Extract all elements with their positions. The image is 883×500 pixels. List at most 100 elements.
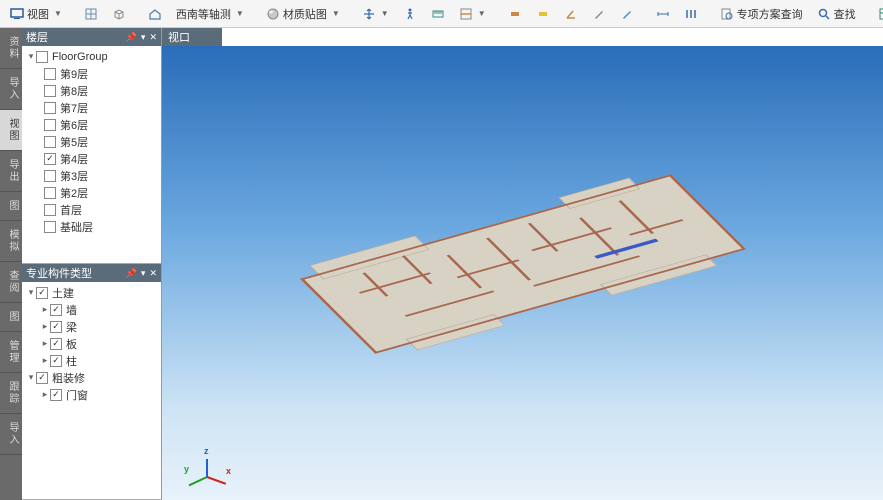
checkbox[interactable] — [44, 102, 56, 114]
type-child-row[interactable]: ▸✓板 — [22, 335, 161, 352]
dim-button[interactable] — [650, 5, 676, 23]
table-icon — [878, 7, 883, 21]
tool-b-button[interactable] — [530, 5, 556, 23]
checkbox[interactable]: ✓ — [50, 304, 62, 316]
checkbox[interactable] — [44, 85, 56, 97]
floor-row[interactable]: 第6层 — [22, 116, 161, 133]
expand-icon[interactable]: ▸ — [40, 389, 50, 400]
floor-row[interactable]: 首层 — [22, 201, 161, 218]
floor-label: 第4层 — [60, 151, 88, 167]
floor-label: 第5层 — [60, 134, 88, 150]
ruler-icon — [431, 7, 445, 21]
viewport-tab[interactable]: 视口 — [162, 28, 222, 46]
checkbox[interactable]: ✓ — [50, 338, 62, 350]
close-icon[interactable]: ✕ — [149, 32, 157, 43]
floor-row[interactable]: 第9层 — [22, 65, 161, 82]
adv-quantity-button[interactable]: 高级工程量查询 — [872, 4, 883, 24]
section-button[interactable]: ▼ — [453, 5, 492, 23]
walk-tool-button[interactable] — [397, 5, 423, 23]
move-tool-button[interactable]: ▼ — [356, 5, 395, 23]
checkbox[interactable]: ✓ — [50, 389, 62, 401]
expand-icon[interactable]: ▸ — [40, 338, 50, 349]
cube-button[interactable] — [106, 5, 132, 23]
leftbar-item-7[interactable]: 图 — [0, 303, 22, 332]
leftbar-item-10[interactable]: 导入 — [0, 414, 22, 455]
dropdown-icon[interactable]: ▾ — [141, 268, 146, 279]
collapse-icon[interactable]: ▾ — [26, 287, 36, 298]
axis-gizmo[interactable]: x y z — [182, 436, 232, 486]
type-child-row[interactable]: ▸✓柱 — [22, 352, 161, 369]
leftbar-item-3[interactable]: 导出 — [0, 151, 22, 192]
tool-d-button[interactable] — [586, 5, 612, 23]
checkbox[interactable] — [44, 221, 56, 233]
grid-button[interactable] — [78, 5, 104, 23]
type-group-row[interactable]: ▾✓土建 — [22, 284, 161, 301]
checkbox[interactable] — [36, 51, 48, 63]
types-panel-header[interactable]: 专业构件类型 📌 ▾ ✕ — [22, 264, 161, 282]
checkbox[interactable] — [44, 119, 56, 131]
home-button[interactable] — [142, 5, 168, 23]
checkbox[interactable]: ✓ — [50, 355, 62, 367]
checkbox[interactable] — [44, 68, 56, 80]
pin-icon[interactable]: 📌 — [126, 32, 137, 43]
type-child-row[interactable]: ▸✓梁 — [22, 318, 161, 335]
floor-label: 首层 — [60, 202, 82, 218]
floor-row[interactable]: 第5层 — [22, 133, 161, 150]
query-label: 查找 — [834, 6, 856, 22]
floor-row[interactable]: 第2层 — [22, 184, 161, 201]
floor-row[interactable]: 基础层 — [22, 218, 161, 235]
floor-row[interactable]: 第8层 — [22, 82, 161, 99]
collapse-icon[interactable]: ▾ — [26, 51, 36, 62]
checkbox[interactable]: ✓ — [50, 321, 62, 333]
checkbox[interactable] — [44, 136, 56, 148]
type-child-row[interactable]: ▸✓墙 — [22, 301, 161, 318]
material-button[interactable]: 材质贴图 ▼ — [260, 4, 346, 24]
expand-icon[interactable]: ▸ — [40, 355, 50, 366]
floor-row[interactable]: 第3层 — [22, 167, 161, 184]
close-icon[interactable]: ✕ — [149, 268, 157, 279]
leftbar-item-6[interactable]: 查阅 — [0, 262, 22, 303]
leftbar-item-1[interactable]: 导入 — [0, 69, 22, 110]
cube-icon — [112, 7, 126, 21]
type-group-row[interactable]: ▾✓粗装修 — [22, 369, 161, 386]
checkbox[interactable]: ✓ — [36, 372, 48, 384]
section-icon — [459, 7, 473, 21]
floor-row[interactable]: ✓ 第4层 — [22, 150, 161, 167]
expand-icon[interactable]: ▸ — [40, 304, 50, 315]
view-button[interactable]: 视图 ▼ — [4, 4, 68, 24]
leftbar-item-2[interactable]: 视图 — [0, 110, 22, 151]
special-query-button[interactable]: 专项方案查询 — [714, 4, 809, 24]
collapse-icon[interactable]: ▾ — [26, 372, 36, 383]
type-child-row[interactable]: ▸✓门窗 — [22, 386, 161, 403]
checkbox[interactable]: ✓ — [44, 153, 56, 165]
query-button[interactable]: 查找 — [811, 4, 862, 24]
leftbar-item-8[interactable]: 管理 — [0, 332, 22, 373]
leftbar-item-9[interactable]: 跟踪 — [0, 373, 22, 414]
sw-iso-label: 西南等轴测 — [176, 6, 231, 22]
main-toolbar: 视图 ▼ 西南等轴测 ▼ 材质贴图 ▼ ▼ ▼ 专项方案查询 查找 高级工程量查… — [0, 0, 883, 28]
axis-x-label: x — [226, 466, 231, 476]
leftbar-item-0[interactable]: 资料 — [0, 28, 22, 69]
checkbox[interactable] — [44, 187, 56, 199]
columns-icon — [684, 7, 698, 21]
checkbox[interactable]: ✓ — [36, 287, 48, 299]
leftbar-item-4[interactable]: 图 — [0, 192, 22, 221]
pin-icon[interactable]: 📌 — [126, 268, 137, 279]
measure-button[interactable] — [425, 5, 451, 23]
floors-root-row[interactable]: ▾ FloorGroup — [22, 48, 161, 65]
tool-c-button[interactable] — [558, 5, 584, 23]
floors-panel-header[interactable]: 楼层 📌 ▾ ✕ — [22, 28, 161, 46]
leftbar-item-5[interactable]: 模拟 — [0, 221, 22, 262]
floor-row[interactable]: 第7层 — [22, 99, 161, 116]
checkbox[interactable] — [44, 170, 56, 182]
grid-icon — [84, 7, 98, 21]
expand-icon[interactable]: ▸ — [40, 321, 50, 332]
viewport-canvas[interactable]: x y z — [162, 46, 883, 500]
checkbox[interactable] — [44, 204, 56, 216]
tool-e-button[interactable] — [614, 5, 640, 23]
types-panel-title: 专业构件类型 — [26, 265, 92, 281]
dropdown-icon[interactable]: ▾ — [141, 32, 146, 43]
tool-a-button[interactable] — [502, 5, 528, 23]
sw-isometric-button[interactable]: 西南等轴测 ▼ — [170, 4, 250, 24]
column-grid-button[interactable] — [678, 5, 704, 23]
